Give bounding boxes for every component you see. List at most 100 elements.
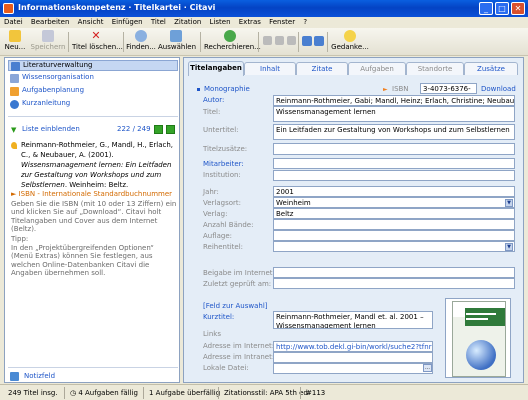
menu-extras[interactable]: Extras (235, 17, 263, 26)
toolbar-separator (200, 32, 201, 52)
tab-titelangaben[interactable]: Titelangaben (188, 61, 244, 76)
auflage-field[interactable] (273, 230, 515, 241)
download-link[interactable]: Download (481, 85, 516, 93)
delete-x-icon: ✕ (91, 29, 101, 42)
document-type-link[interactable]: Monographie (204, 85, 250, 93)
tab-aufgaben[interactable]: Aufgaben (348, 62, 406, 75)
citavi-app-icon (3, 3, 14, 14)
tip-heading: ► ISBN - Internationale Standardbuchnumm… (11, 190, 173, 198)
status-tasks-due[interactable]: ◷ 4 Aufgaben fällig (70, 389, 138, 397)
mitarbeiter-label[interactable]: Mitarbeiter: (203, 160, 244, 168)
title-counter: 222 / 249 (117, 125, 151, 133)
verlag-field[interactable]: Beltz (273, 208, 515, 219)
toolbar-separator (68, 32, 69, 52)
status-record-number: #113 (306, 389, 326, 397)
tab-inhalt[interactable]: Inhalt (244, 62, 296, 75)
tab-standorte[interactable]: Standorte (406, 62, 464, 75)
kurztitel-field[interactable]: Reinmann-Rothmeier, Mandl et. al. 2001 –… (273, 311, 433, 329)
thought-button[interactable]: Gedanke... (330, 30, 370, 54)
menu-listen[interactable]: Listen (206, 17, 233, 26)
institution-field[interactable] (273, 170, 515, 181)
tab-zusaetze[interactable]: Zusätze (464, 62, 518, 75)
kurztitel-label[interactable]: Kurztitel: (203, 313, 234, 321)
notiz-divider (8, 367, 178, 368)
feld-zur-auswahl-link[interactable]: [Feld zur Auswahl] (203, 302, 268, 310)
status-citation-style[interactable]: Zitationsstil: APA 5th ed. (224, 389, 310, 397)
research-button[interactable]: Recherchieren... (204, 30, 261, 54)
jahr-label: Jahr: (203, 188, 219, 196)
status-tasks-overdue[interactable]: 1 Aufgabe überfällig (149, 389, 220, 397)
menu-fenster[interactable]: Fenster (265, 17, 297, 26)
tip-text-1: Geben Sie die ISBN (mit 10 oder 13 Ziffe… (11, 199, 177, 234)
new-button[interactable]: Neu... (4, 30, 26, 54)
menu-zitation[interactable]: Zitation (170, 17, 203, 26)
browse-file-button[interactable]: … (423, 364, 432, 372)
table-view-icon (302, 36, 312, 46)
verlag-label: Verlag: (203, 210, 228, 218)
first-title-button[interactable] (154, 125, 163, 134)
cover-subtitle-line (466, 318, 488, 320)
autor-label[interactable]: Autor: (203, 96, 224, 104)
adresse-internet-field[interactable]: http://www.tob.dekl.gi-bin/workl/suche2?… (273, 341, 433, 352)
menu-einfuegen[interactable]: Einfügen (108, 17, 145, 26)
cover-title-line (466, 313, 496, 315)
isbn-input[interactable]: 3-4073-6376-1 (420, 83, 477, 102)
new-document-icon (9, 30, 21, 42)
baende-label: Anzahl Bände: (203, 221, 254, 229)
save-icon (42, 30, 54, 42)
close-button[interactable]: ✕ (511, 2, 525, 15)
reihentitel-field[interactable]: ▼ (273, 241, 515, 252)
mitarbeiter-field[interactable] (273, 158, 515, 169)
adresse-intranet-field[interactable] (273, 352, 433, 363)
beigabe-field[interactable] (273, 267, 515, 278)
minimize-button[interactable]: _ (479, 2, 493, 15)
titel-field[interactable]: Wissensmanagement lernen (273, 106, 515, 122)
book-cover-image (445, 298, 511, 378)
view-table-button[interactable] (302, 30, 312, 54)
zuletzt-field[interactable] (273, 278, 515, 289)
titelzusaetze-field[interactable] (273, 143, 515, 155)
cut-button[interactable] (262, 30, 272, 54)
nav-wissensorganisation[interactable]: Wissensorganisation (8, 73, 178, 84)
isbn-label: ISBN (392, 85, 409, 93)
tab-zitate[interactable]: Zitate (296, 62, 348, 75)
maximize-button[interactable]: □ (495, 2, 509, 15)
select-button[interactable]: Auswählen (158, 30, 196, 54)
view-form-button[interactable] (314, 30, 324, 54)
titelzusaetze-label: Titelzusätze: (203, 145, 248, 153)
status-separator (300, 387, 301, 399)
titel-label: Titel: (203, 108, 221, 116)
notizfeld-row[interactable]: Notizfeld (8, 371, 178, 382)
untertitel-label: Untertitel: (203, 126, 239, 134)
baende-field[interactable] (273, 219, 515, 230)
checklist-icon (10, 87, 19, 96)
copy-icon (274, 36, 284, 45)
nav-aufgabenplanung[interactable]: Aufgabenplanung (8, 86, 178, 97)
nav-literaturverwaltung[interactable]: Literaturverwaltung (8, 60, 178, 71)
delete-title-button[interactable]: ✕ Titel löschen... (72, 29, 123, 54)
find-button[interactable]: Finden... (126, 30, 156, 54)
menu-datei[interactable]: Datei (0, 17, 25, 26)
nav-kurzanleitung[interactable]: Kurzanleitung (8, 99, 178, 110)
toolbar-separator (123, 32, 124, 52)
menu-help[interactable]: ? (299, 17, 309, 26)
jahr-field[interactable]: 2001 (273, 186, 515, 197)
menu-ansicht[interactable]: Ansicht (74, 17, 106, 26)
verlagsort-field[interactable]: Weinheim ▼ (273, 197, 515, 208)
lokale-datei-label: Lokale Datei: (203, 364, 249, 372)
reihentitel-dropdown[interactable]: ▼ (505, 243, 513, 251)
lokale-datei-field[interactable] (273, 363, 433, 374)
paste-button[interactable] (286, 30, 296, 54)
title-bar: Informationskompetenz · Titelkartei · Ci… (0, 0, 528, 17)
verlagsort-dropdown[interactable]: ▼ (505, 199, 513, 207)
window-title: Informationskompetenz · Titelkartei · Ci… (18, 3, 216, 12)
untertitel-field[interactable]: Ein Leitfaden zur Gestaltung von Worksho… (273, 124, 515, 140)
last-title-button[interactable] (166, 125, 175, 134)
menu-titel[interactable]: Titel (147, 17, 168, 26)
copy-button[interactable] (274, 30, 284, 54)
autor-field[interactable]: Reinmann-Rothmeier, Gabi; Mandl, Heinz; … (273, 95, 515, 106)
save-button[interactable]: Speichern (30, 30, 66, 54)
nav-divider (8, 116, 178, 117)
menu-bearbeiten[interactable]: Bearbeiten (27, 17, 71, 26)
liste-einblenden-link[interactable]: Liste einblenden (22, 125, 80, 133)
